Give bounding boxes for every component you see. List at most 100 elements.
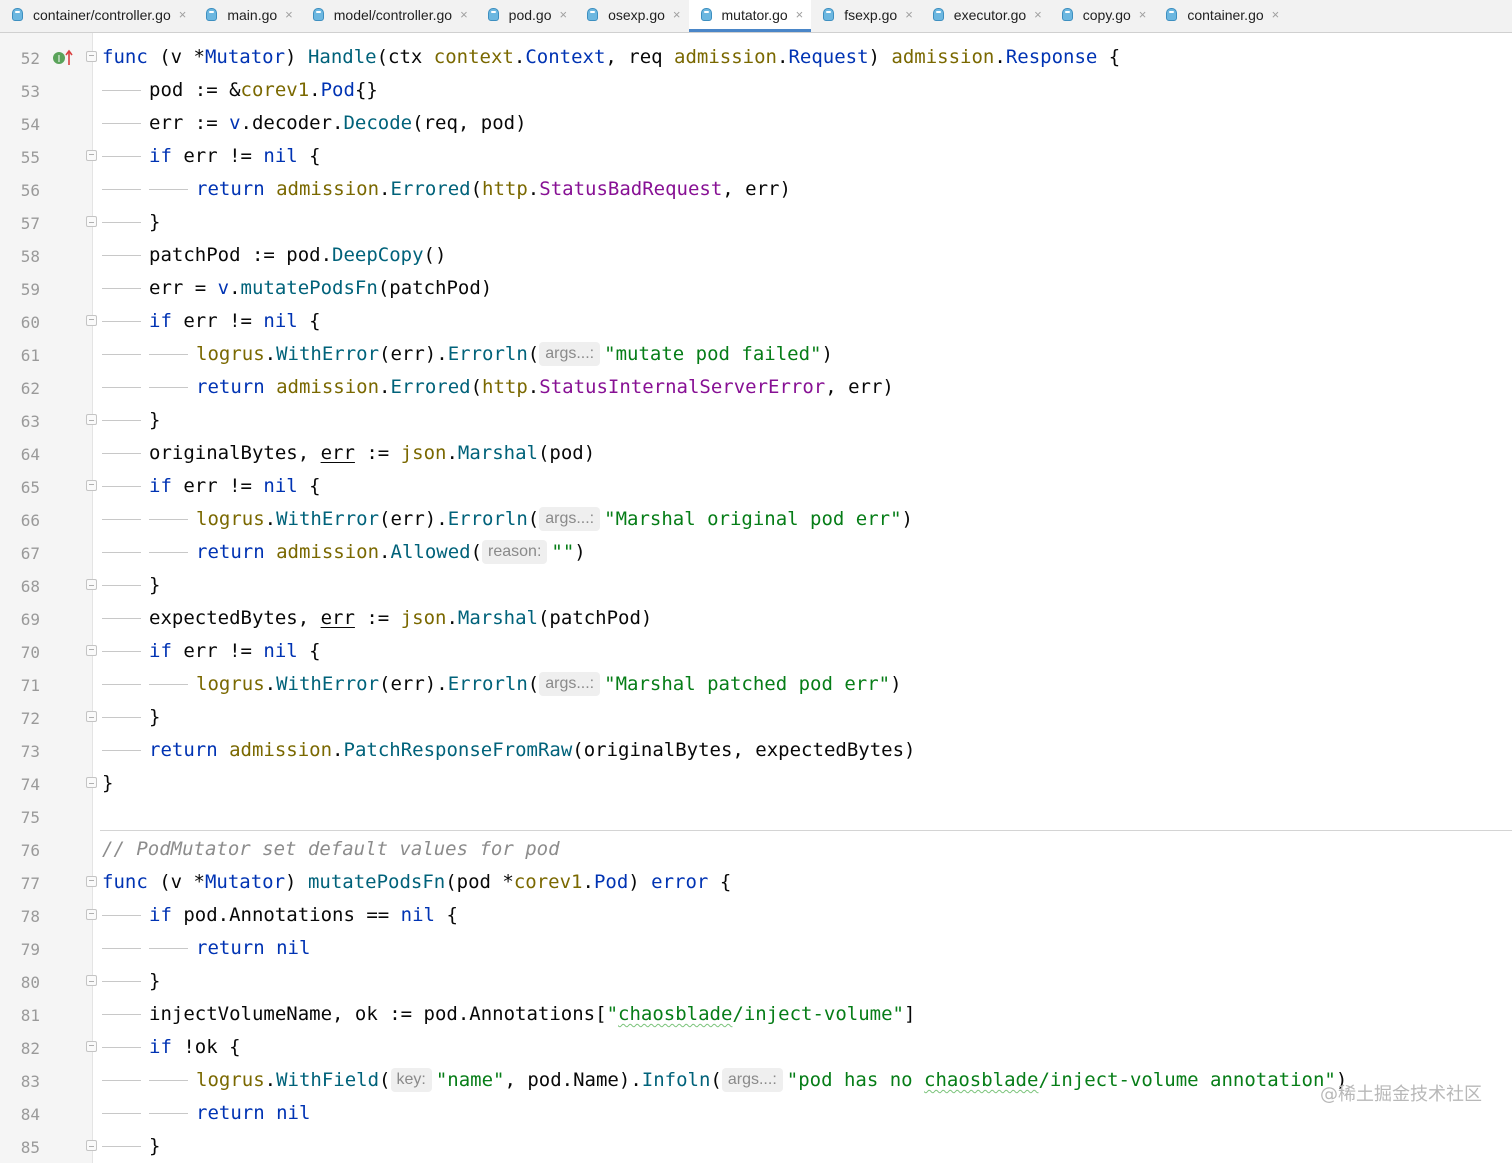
code-text[interactable]: err = v.mutatePodsFn(patchPod) [149,272,492,305]
code-text[interactable]: return admission.PatchResponseFromRaw(or… [149,734,915,767]
code-text[interactable]: } [149,404,160,437]
code-token: ] [904,1003,916,1025]
code-text[interactable]: // PodMutator set default values for pod [102,833,560,866]
fold-end-icon[interactable] [86,216,97,227]
close-icon[interactable]: × [796,7,804,22]
code-text[interactable]: err := v.decoder.Decode(req, pod) [149,107,527,140]
fold-end-icon[interactable] [86,579,97,590]
tab-container-go[interactable]: container.go × [1154,0,1287,32]
code-text[interactable]: patchPod := pod.DeepCopy() [149,239,446,272]
code-token: , req [605,46,675,68]
code-text[interactable]: logrus.WithField(key: "name", pod.Name).I… [196,1064,1347,1097]
code-text[interactable]: logrus.WithError(err).Errorln(args...: "m… [196,338,833,371]
tab-osexp-go[interactable]: osexp.go × [575,0,688,32]
code-token: nil [276,1102,311,1124]
code-text[interactable]: if err != nil { [149,140,321,173]
close-icon[interactable]: × [179,7,187,22]
code-text[interactable]: expectedBytes, err := json.Marshal(patch… [149,602,652,635]
code-token: pod.Annotations == [171,904,401,926]
code-token: Infoln [641,1069,711,1091]
code-text[interactable]: injectVolumeName, ok := pod.Annotations[… [149,998,915,1031]
fold-collapse-icon[interactable] [86,909,97,920]
code-text[interactable]: } [102,767,113,800]
indent-guide [102,189,141,190]
code-text[interactable]: logrus.WithError(err).Errorln(args...: "M… [196,668,902,701]
code-token: logrus [196,508,265,530]
tab-copy-go[interactable]: copy.go × [1050,0,1155,32]
code-text[interactable]: logrus.WithError(err).Errorln(args...: "M… [196,503,913,536]
tab-executor-go[interactable]: executor.go × [921,0,1050,32]
code-text[interactable]: if err != nil { [149,635,321,668]
code-text[interactable]: if !ok { [149,1031,241,1064]
tab-label: pod.go [508,6,552,23]
code-editor[interactable]: I 52 func (v *Mutator) Handle(ctx context… [0,33,1512,1163]
close-icon[interactable]: × [1139,7,1147,22]
code-text[interactable]: } [149,701,160,734]
fold-collapse-icon[interactable] [86,645,97,656]
code-text[interactable]: func (v *Mutator) mutatePodsFn(pod *core… [102,866,731,899]
fold-end-icon[interactable] [86,711,97,722]
code-token: Decode [343,112,413,134]
tab-model-controller-go[interactable]: model/controller.go × [301,0,476,32]
code-text[interactable]: } [149,1130,160,1163]
code-text[interactable]: return nil [196,932,310,965]
code-token: patchPod := pod. [149,244,333,266]
fold-collapse-icon[interactable] [86,480,97,491]
code-text[interactable]: } [149,965,160,998]
code-token: (patchPod) [537,607,653,629]
close-icon[interactable]: × [559,7,567,22]
tab-label: main.go [227,6,278,23]
go-file-icon [206,7,218,22]
code-token: (v * [147,46,205,68]
indent-guide [102,1146,141,1147]
fold-end-icon[interactable] [86,777,97,788]
code-token: } [149,211,161,233]
code-text[interactable]: if err != nil { [149,470,321,503]
code-token: admission [276,178,380,200]
fold-collapse-icon[interactable] [86,150,97,161]
code-text[interactable]: return admission.Errored(http.StatusBadR… [196,173,791,206]
close-icon[interactable]: × [905,7,913,22]
code-line: 68} [0,569,1512,602]
code-text[interactable]: if err != nil { [149,305,321,338]
close-icon[interactable]: × [460,7,468,22]
code-token: (req, pod) [412,112,527,134]
code-token: . [776,46,789,68]
code-line: 73 return admission.PatchResponseFromRaw(… [0,734,1512,767]
code-text[interactable]: originalBytes, err := json.Marshal(pod) [149,437,595,470]
close-icon[interactable]: × [1034,7,1042,22]
fold-collapse-icon[interactable] [86,51,97,62]
code-text[interactable]: return admission.Errored(http.StatusInte… [196,371,894,404]
fold-collapse-icon[interactable] [86,1041,97,1052]
code-text[interactable]: pod := &corev1.Pod{} [149,74,378,107]
fold-collapse-icon[interactable] [86,876,97,887]
tab-pod-go[interactable]: pod.go × [476,0,575,32]
fold-end-icon[interactable] [86,414,97,425]
close-icon[interactable]: × [1272,7,1280,22]
code-token: ( [527,508,540,530]
code-token: func [102,46,148,68]
code-text[interactable]: } [149,569,160,602]
tab-fsexp-go[interactable]: fsexp.go × [811,0,921,32]
code-token: (originalBytes, expectedBytes) [572,739,916,761]
line-number: 66 [20,511,40,530]
code-text[interactable]: if pod.Annotations == nil { [149,899,458,932]
fold-collapse-icon[interactable] [86,315,97,326]
code-text[interactable]: } [149,206,160,239]
close-icon[interactable]: × [673,7,681,22]
code-token: ( [470,376,483,398]
code-line: 85} [0,1130,1512,1163]
fold-end-icon[interactable] [86,1140,97,1151]
code-line: 56 return admission.Errored(http.StatusBa… [0,173,1512,206]
code-text[interactable]: func (v *Mutator) Handle(ctx context.Con… [102,41,1120,74]
code-text[interactable]: return admission.Allowed(reason: "") [196,536,586,569]
code-token: error [651,871,709,893]
tab-main-go[interactable]: main.go × [194,0,300,32]
close-icon[interactable]: × [285,7,293,22]
tab-mutator-go[interactable]: mutator.go × [688,0,812,32]
code-text[interactable]: return nil [196,1097,310,1130]
line-number: 54 [20,115,40,134]
tab-container-controller-go[interactable]: container/controller.go × [0,0,194,32]
code-token: if [149,640,172,662]
fold-end-icon[interactable] [86,975,97,986]
